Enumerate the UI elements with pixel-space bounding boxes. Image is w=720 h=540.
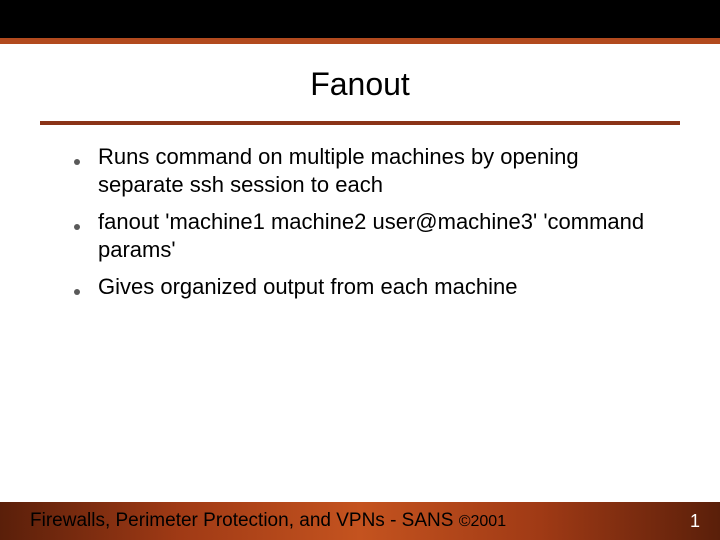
content-area: Runs command on multiple machines by ope…: [0, 125, 720, 502]
title-area: Fanout: [0, 44, 720, 117]
page-number: 1: [690, 511, 700, 532]
footer-text-wrap: Firewalls, Perimeter Protection, and VPN…: [30, 510, 506, 532]
bullet-item: Gives organized output from each machine: [70, 273, 650, 301]
bullet-item: Runs command on multiple machines by ope…: [70, 143, 650, 198]
bullet-list: Runs command on multiple machines by ope…: [70, 143, 650, 301]
bullet-item: fanout 'machine1 machine2 user@machine3'…: [70, 208, 650, 263]
footer-text: Firewalls, Perimeter Protection, and VPN…: [30, 510, 459, 531]
footer-bar: Firewalls, Perimeter Protection, and VPN…: [0, 502, 720, 540]
top-bar: [0, 0, 720, 44]
footer-copyright: ©2001: [459, 513, 506, 530]
slide: Fanout Runs command on multiple machines…: [0, 0, 720, 540]
slide-title: Fanout: [0, 66, 720, 103]
